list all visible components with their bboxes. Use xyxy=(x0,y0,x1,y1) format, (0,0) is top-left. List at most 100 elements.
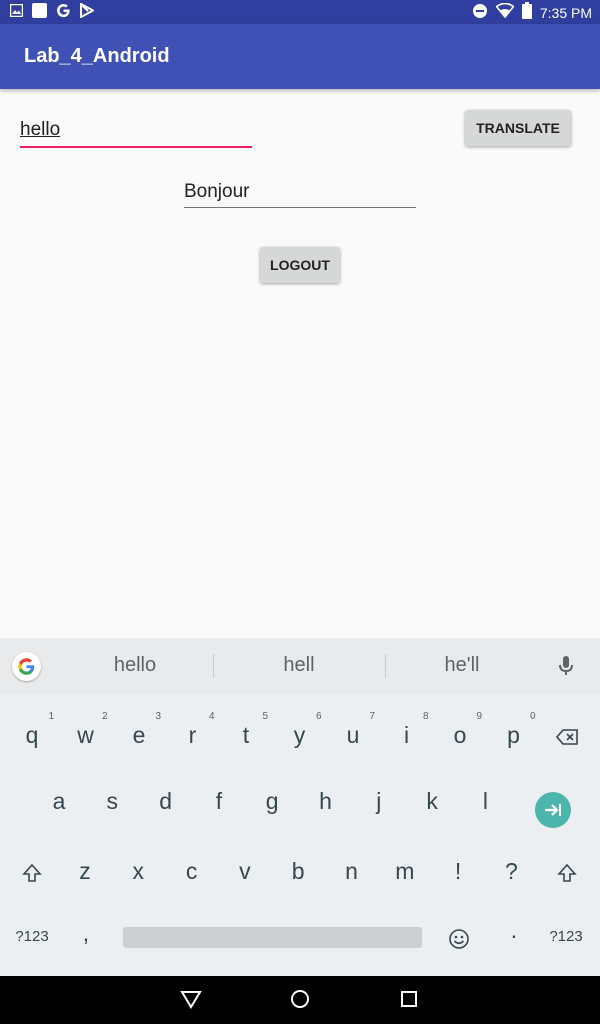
key-l-label: l xyxy=(482,788,488,814)
period-key[interactable]: · xyxy=(490,908,538,962)
key-p-label: p xyxy=(507,722,520,748)
comma-key[interactable]: , xyxy=(62,906,110,960)
system-icons: 7:35 PM xyxy=(472,2,592,24)
key-q-label: q xyxy=(25,722,39,748)
key-e-hint: 3 xyxy=(155,711,161,722)
recents-icon[interactable] xyxy=(398,988,420,1015)
translate-input-value: hello xyxy=(20,119,61,140)
key-h-label: h xyxy=(319,788,332,814)
key-u-hint: 7 xyxy=(369,711,375,722)
microphone-icon[interactable] xyxy=(559,656,573,681)
key-c[interactable]: c xyxy=(168,844,216,898)
shift-icon xyxy=(557,863,577,882)
symbols-key-right[interactable]: ?123 xyxy=(542,910,590,964)
key-k-label: k xyxy=(426,788,438,814)
key-x[interactable]: x xyxy=(114,844,162,898)
key-z-label: z xyxy=(79,858,91,884)
image-icon xyxy=(9,3,24,22)
wifi-icon xyxy=(495,2,515,23)
square-notification-icon xyxy=(32,3,47,23)
translation-output-field[interactable]: Bonjour xyxy=(184,178,416,208)
key-a[interactable]: a xyxy=(35,774,83,828)
emoji-key[interactable] xyxy=(435,910,483,964)
emoji-icon xyxy=(449,929,469,949)
key-b[interactable]: b xyxy=(274,844,322,898)
key-t[interactable]: t5 xyxy=(222,708,270,762)
translation-output-value: Bonjour xyxy=(184,181,250,202)
shift-key-left[interactable] xyxy=(8,844,56,898)
key-j-label: j xyxy=(376,788,382,814)
key-o[interactable]: o9 xyxy=(436,708,484,762)
key-b-label: b xyxy=(291,858,305,884)
translate-input-field[interactable]: hello xyxy=(20,116,252,148)
key-exclamation-label: ! xyxy=(454,858,462,884)
space-bar[interactable] xyxy=(123,927,422,948)
key-g[interactable]: g xyxy=(248,774,296,828)
key-m[interactable]: m xyxy=(381,844,429,898)
key-f-label: f xyxy=(215,788,223,814)
suggestion-1[interactable]: hello xyxy=(70,654,200,677)
backspace-icon xyxy=(555,729,578,745)
key-e-label: e xyxy=(132,722,146,748)
key-k[interactable]: k xyxy=(408,774,456,828)
symbols-key-left[interactable]: ?123 xyxy=(8,910,56,964)
suggestion-divider xyxy=(213,654,214,678)
suggestion-divider xyxy=(385,654,386,678)
key-q[interactable]: q1 xyxy=(8,708,56,762)
key-t-hint: 5 xyxy=(262,711,268,722)
key-s-label: s xyxy=(106,788,119,814)
key-w-label: w xyxy=(77,722,94,748)
key-h[interactable]: h xyxy=(302,774,350,828)
key-w-hint: 2 xyxy=(101,711,108,722)
key-v[interactable]: v xyxy=(221,844,269,898)
key-o-hint: 9 xyxy=(476,711,482,722)
key-d-label: d xyxy=(159,788,172,814)
translate-button[interactable]: TRANSLATE xyxy=(465,110,571,146)
key-y-hint: 6 xyxy=(315,711,322,722)
key-q-hint: 1 xyxy=(48,711,54,722)
key-x-label: x xyxy=(132,858,145,884)
key-f[interactable]: f xyxy=(195,774,243,828)
key-w[interactable]: w2 xyxy=(62,708,110,762)
key-i-label: i xyxy=(403,722,410,748)
shift-key-right[interactable] xyxy=(543,844,591,898)
app-bar: Lab_4_Android xyxy=(0,24,600,89)
key-l[interactable]: l xyxy=(461,774,509,828)
key-exclamation[interactable]: ! xyxy=(434,844,482,898)
key-u[interactable]: u7 xyxy=(329,708,377,762)
key-n[interactable]: n xyxy=(328,844,376,898)
suggestion-3[interactable]: he'll xyxy=(397,654,527,677)
key-a-label: a xyxy=(52,788,66,814)
suggestion-strip: hello hell he'll xyxy=(0,638,600,694)
key-question-label: ? xyxy=(504,858,518,884)
enter-arrow-icon xyxy=(545,804,561,816)
enter-key[interactable] xyxy=(535,792,571,828)
key-g-label: g xyxy=(265,788,279,814)
key-i[interactable]: i8 xyxy=(383,708,431,762)
key-t-label: t xyxy=(242,722,250,748)
key-m-label: m xyxy=(395,858,415,884)
google-logo-icon[interactable] xyxy=(12,652,41,681)
key-i-hint: 8 xyxy=(422,711,429,722)
key-o-label: o xyxy=(453,722,467,748)
back-icon[interactable] xyxy=(180,988,202,1015)
key-u-label: u xyxy=(346,722,360,748)
battery-icon xyxy=(521,2,532,24)
logout-button[interactable]: LOGOUT xyxy=(260,247,340,283)
key-j[interactable]: j xyxy=(355,774,403,828)
key-d[interactable]: d xyxy=(142,774,190,828)
key-p[interactable]: p0 xyxy=(490,708,538,762)
home-icon[interactable] xyxy=(289,988,311,1015)
key-z[interactable]: z xyxy=(61,844,109,898)
backspace-key[interactable] xyxy=(543,708,591,762)
key-y[interactable]: y6 xyxy=(276,708,324,762)
key-s[interactable]: s xyxy=(88,774,136,828)
key-question[interactable]: ? xyxy=(487,844,535,898)
key-r[interactable]: r4 xyxy=(169,708,217,762)
soft-keyboard: hello hell he'll ?123 , · ?123 q1w2e3r4t… xyxy=(0,638,600,976)
key-e[interactable]: e3 xyxy=(115,708,163,762)
key-p-hint: 0 xyxy=(529,711,536,722)
key-n-label: n xyxy=(345,858,358,884)
suggestion-2[interactable]: hell xyxy=(234,654,364,677)
status-bar: 7:35 PM xyxy=(0,0,600,24)
